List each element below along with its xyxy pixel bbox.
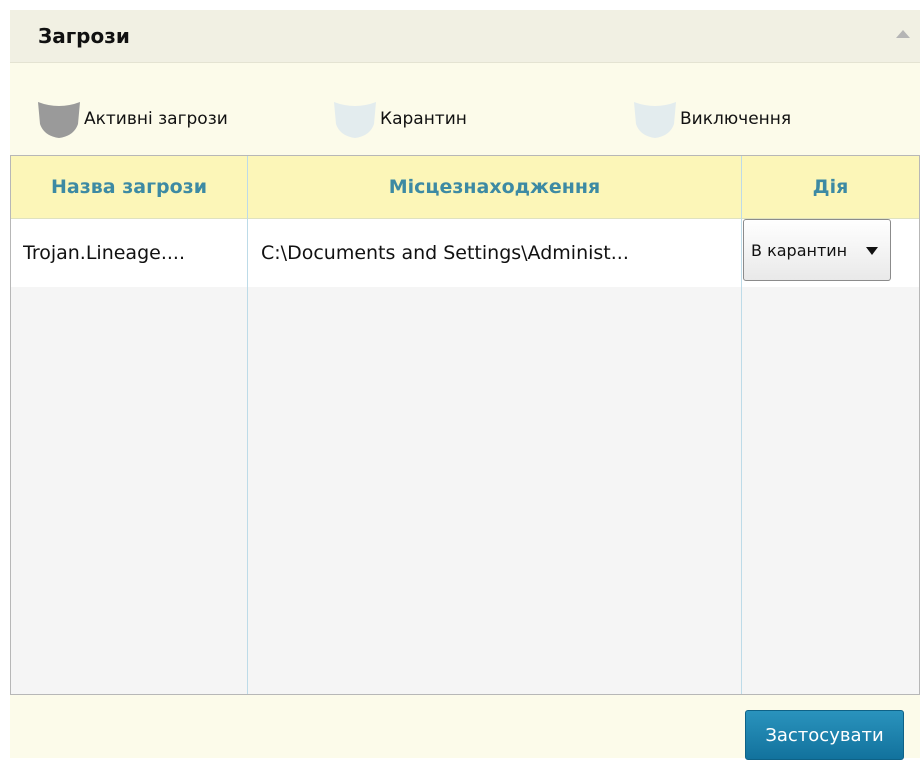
table-header: Назва загрози Місцезнаходження Дія (11, 156, 919, 219)
column-header-name[interactable]: Назва загрози (11, 156, 247, 218)
threat-name-cell: Trojan.Lineage.... (23, 242, 185, 264)
panel-title: Загрози (38, 24, 130, 48)
apply-button[interactable]: Застосувати (745, 710, 904, 760)
shield-icon (634, 102, 676, 138)
collapse-arrow-icon[interactable] (896, 30, 910, 38)
tab-exclusions[interactable]: Виключення (632, 98, 791, 140)
shield-icon (334, 102, 376, 138)
chevron-down-icon (866, 247, 878, 255)
tab-label: Карантин (380, 109, 467, 129)
threats-panel: Загрози Активні загрози Карантин Виключе… (10, 10, 920, 760)
action-select[interactable]: В карантин (743, 219, 891, 281)
tab-active-threats[interactable]: Активні загрози (36, 98, 228, 140)
shield-icon (38, 102, 80, 138)
column-header-location[interactable]: Місцезнаходження (248, 156, 741, 218)
threat-location-cell: C:\Documents and Settings\Administ... (261, 242, 629, 264)
panel-header: Загрози (10, 10, 920, 63)
tab-label: Виключення (680, 109, 792, 129)
tab-quarantine[interactable]: Карантин (332, 98, 467, 140)
tab-label: Активні загрози (84, 109, 228, 129)
column-divider (247, 156, 248, 694)
column-header-action[interactable]: Дія (742, 156, 919, 218)
action-select-value: В карантин (751, 241, 848, 260)
column-divider (741, 156, 742, 694)
